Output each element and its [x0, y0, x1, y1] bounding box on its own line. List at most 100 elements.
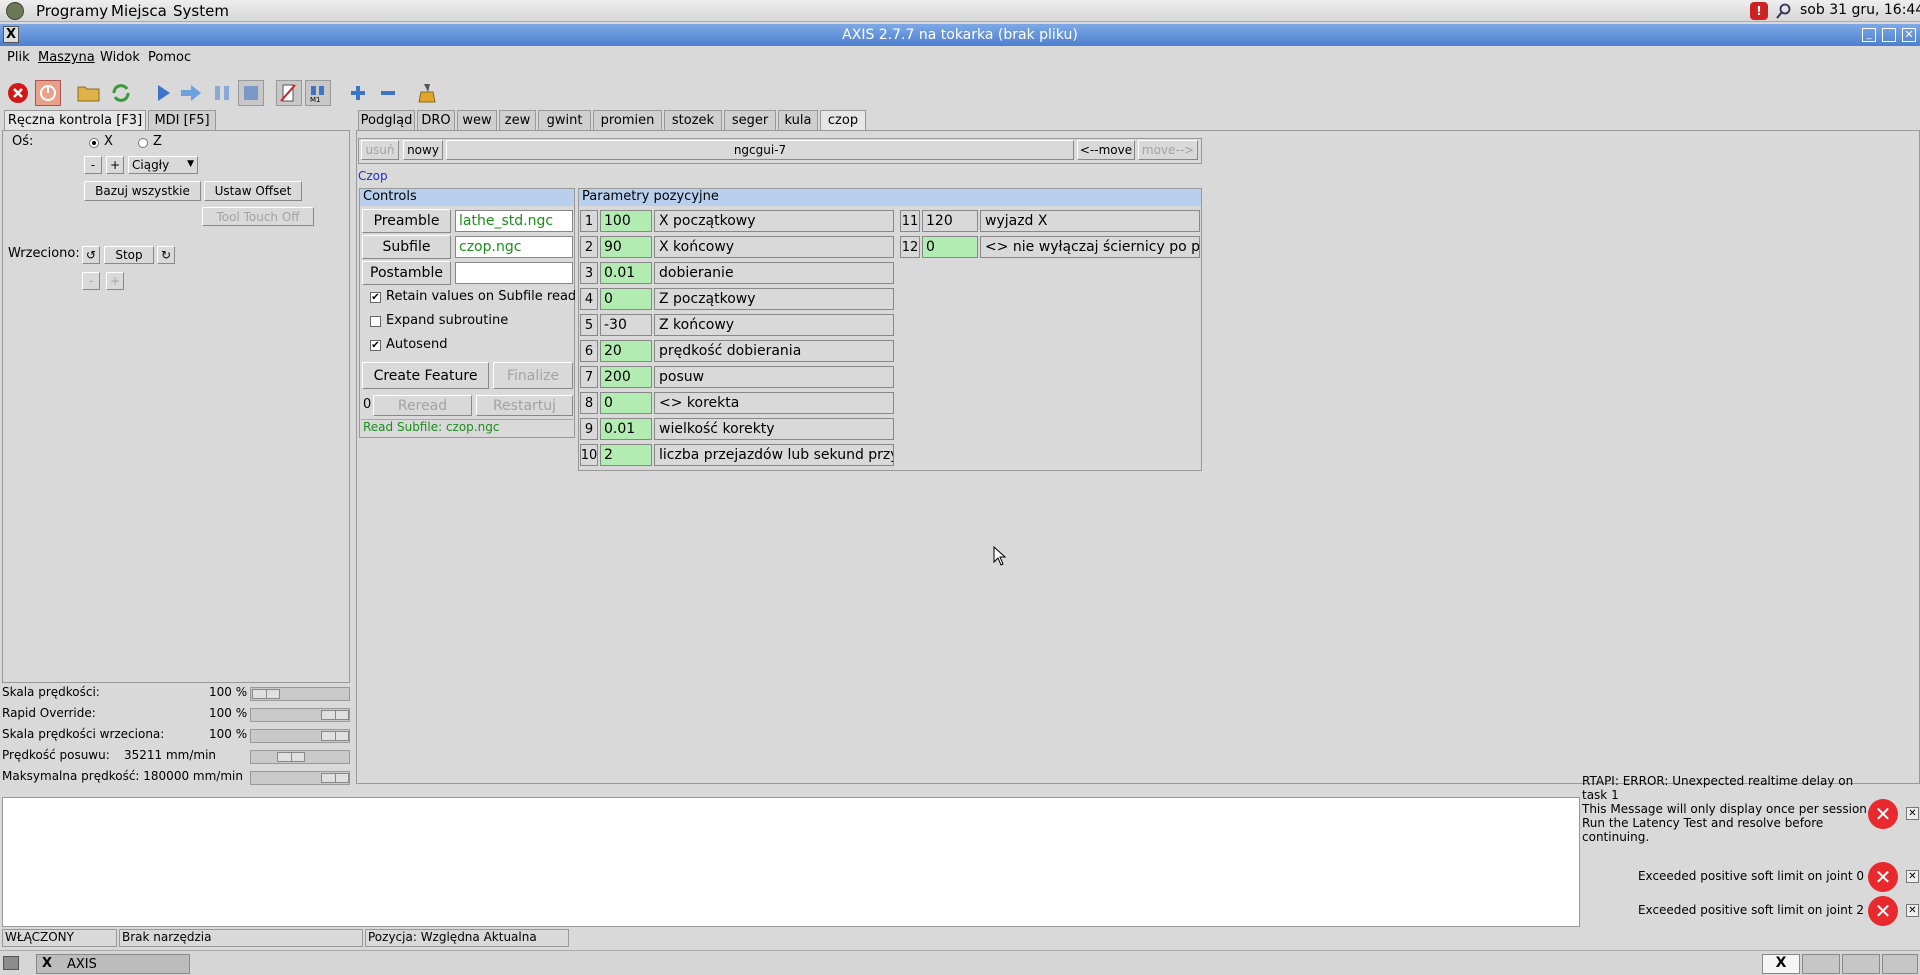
taskbar-item-axis[interactable]: X AXIS	[36, 954, 190, 974]
param-value-input[interactable]: -30	[600, 314, 652, 336]
spindle-ccw-icon[interactable]: ↺	[82, 246, 100, 264]
jog-minus-button[interactable]: -	[84, 156, 102, 174]
slider-knob[interactable]	[277, 752, 305, 762]
menu-programy[interactable]: Programy	[36, 2, 108, 20]
close-icon[interactable]: ✕	[1906, 870, 1919, 883]
slider-knob[interactable]	[321, 773, 349, 783]
workspace-2[interactable]	[1802, 954, 1840, 974]
param-value-input[interactable]: 120	[922, 210, 978, 232]
workspace-1[interactable]: X	[1762, 954, 1800, 974]
param-value-input[interactable]: 0	[922, 236, 978, 258]
stop-icon[interactable]	[238, 80, 264, 106]
feed-override-slider[interactable]	[250, 687, 350, 701]
tab-wew[interactable]: wew	[457, 110, 497, 130]
subfile-button[interactable]: Subfile	[362, 235, 451, 259]
expand-checkbox[interactable]	[370, 316, 381, 327]
update-alert-icon[interactable]: !	[1750, 2, 1768, 20]
axis-x-radio[interactable]	[89, 138, 99, 148]
param-value-input[interactable]: 0.01	[600, 418, 652, 440]
slider-knob[interactable]	[321, 731, 349, 741]
workspace-3[interactable]	[1842, 954, 1880, 974]
param-value-input[interactable]: 0	[600, 392, 652, 414]
home-all-button[interactable]: Bazuj wszystkie	[84, 181, 201, 201]
block-delete-icon[interactable]	[276, 80, 302, 106]
spindle-cw-icon[interactable]: ↻	[157, 246, 175, 264]
param-value-input[interactable]: 100	[600, 210, 652, 232]
tab-kula[interactable]: kula	[778, 110, 818, 130]
spindle-override-slider[interactable]	[250, 729, 350, 743]
pause-icon[interactable]	[209, 80, 235, 106]
tab-promien[interactable]: promien	[593, 110, 662, 130]
retain-checkbox[interactable]: ✔	[370, 292, 381, 303]
tab-czop[interactable]: czop	[820, 110, 866, 130]
menu-system[interactable]: System	[173, 2, 229, 20]
menu-pomoc[interactable]: Pomoc	[148, 50, 191, 65]
finalize-button[interactable]: Finalize	[493, 362, 573, 389]
autosend-checkbox[interactable]: ✔	[370, 340, 381, 351]
tab-stozek[interactable]: stozek	[664, 110, 722, 130]
workspace-4[interactable]	[1882, 954, 1918, 974]
power-icon[interactable]	[35, 80, 61, 106]
restart-button[interactable]: Restartuj	[476, 395, 573, 416]
preamble-button[interactable]: Preamble	[362, 209, 451, 233]
postamble-field[interactable]	[455, 262, 573, 284]
tab-dro[interactable]: DRO	[417, 110, 455, 130]
delete-button[interactable]: usuń	[361, 140, 399, 160]
slider-knob[interactable]	[321, 710, 349, 720]
optional-stop-icon[interactable]: M1	[305, 80, 331, 106]
tab-gwint[interactable]: gwint	[538, 110, 591, 130]
tool-touch-off-button[interactable]: Tool Touch Off	[202, 207, 314, 226]
search-icon[interactable]	[1776, 3, 1792, 19]
reload-icon[interactable]	[108, 80, 134, 106]
spindle-minus-button[interactable]: -	[82, 272, 100, 290]
tab-manual-control[interactable]: Ręczna kontrola [F3]	[4, 110, 146, 130]
param-value-input[interactable]: 90	[600, 236, 652, 258]
param-value-input[interactable]: 2	[600, 444, 652, 466]
open-folder-icon[interactable]	[76, 80, 102, 106]
close-window-icon[interactable]: ✕	[1902, 28, 1916, 42]
close-icon[interactable]: ✕	[1906, 904, 1919, 917]
new-button[interactable]: nowy	[403, 140, 443, 160]
clear-plot-icon[interactable]	[414, 80, 440, 106]
param-value-input[interactable]: 0	[600, 288, 652, 310]
set-offset-button[interactable]: Ustaw Offset	[204, 181, 302, 201]
tab-zew[interactable]: zew	[499, 110, 536, 130]
run-icon[interactable]	[150, 80, 176, 106]
rapid-override-slider[interactable]	[250, 708, 350, 722]
clock[interactable]: sob 31 gru, 16:44	[1800, 2, 1920, 18]
create-feature-button[interactable]: Create Feature	[362, 362, 489, 389]
tab-seger[interactable]: seger	[724, 110, 776, 130]
preamble-field[interactable]: lathe_std.ngc	[455, 210, 573, 232]
menu-miejsca[interactable]: Miejsca	[111, 2, 167, 20]
spindle-stop-button[interactable]: Stop	[104, 246, 154, 264]
move-right-button[interactable]: move-->	[1138, 140, 1198, 160]
window-titlebar[interactable]: X AXIS 2.7.7 na tokarka (brak pliku) _ ✕	[0, 24, 1920, 46]
show-desktop-icon[interactable]	[3, 956, 19, 970]
zoom-in-icon[interactable]	[345, 80, 371, 106]
jog-mode-select[interactable]: Ciągły ▼	[128, 156, 198, 174]
slider-knob[interactable]	[252, 689, 280, 699]
jog-speed-slider[interactable]	[250, 750, 350, 764]
step-icon[interactable]	[178, 80, 204, 106]
jog-plus-button[interactable]: +	[106, 156, 124, 174]
tab-podglad[interactable]: Podgląd	[358, 110, 415, 130]
menu-plik[interactable]: Plik	[7, 50, 30, 65]
zoom-out-icon[interactable]	[375, 80, 401, 106]
minimize-icon[interactable]: _	[1862, 28, 1876, 42]
param-value-input[interactable]: 200	[600, 366, 652, 388]
move-left-button[interactable]: <--move	[1077, 140, 1135, 160]
menu-widok[interactable]: Widok	[100, 50, 140, 65]
maximize-icon[interactable]	[1882, 28, 1896, 42]
menu-maszyna[interactable]: Maszyna	[38, 50, 95, 65]
axis-z-radio[interactable]	[138, 138, 148, 148]
postamble-button[interactable]: Postamble	[362, 261, 451, 285]
estop-icon[interactable]	[5, 80, 31, 106]
reread-button[interactable]: Reread	[373, 395, 472, 416]
param-value-input[interactable]: 0.01	[600, 262, 652, 284]
spindle-plus-button[interactable]: +	[106, 272, 124, 290]
subfile-field[interactable]: czop.ngc	[455, 236, 573, 258]
close-icon[interactable]: ✕	[1906, 807, 1919, 820]
max-velocity-slider[interactable]	[250, 771, 350, 785]
distro-logo-icon[interactable]	[6, 2, 24, 20]
param-value-input[interactable]: 20	[600, 340, 652, 362]
